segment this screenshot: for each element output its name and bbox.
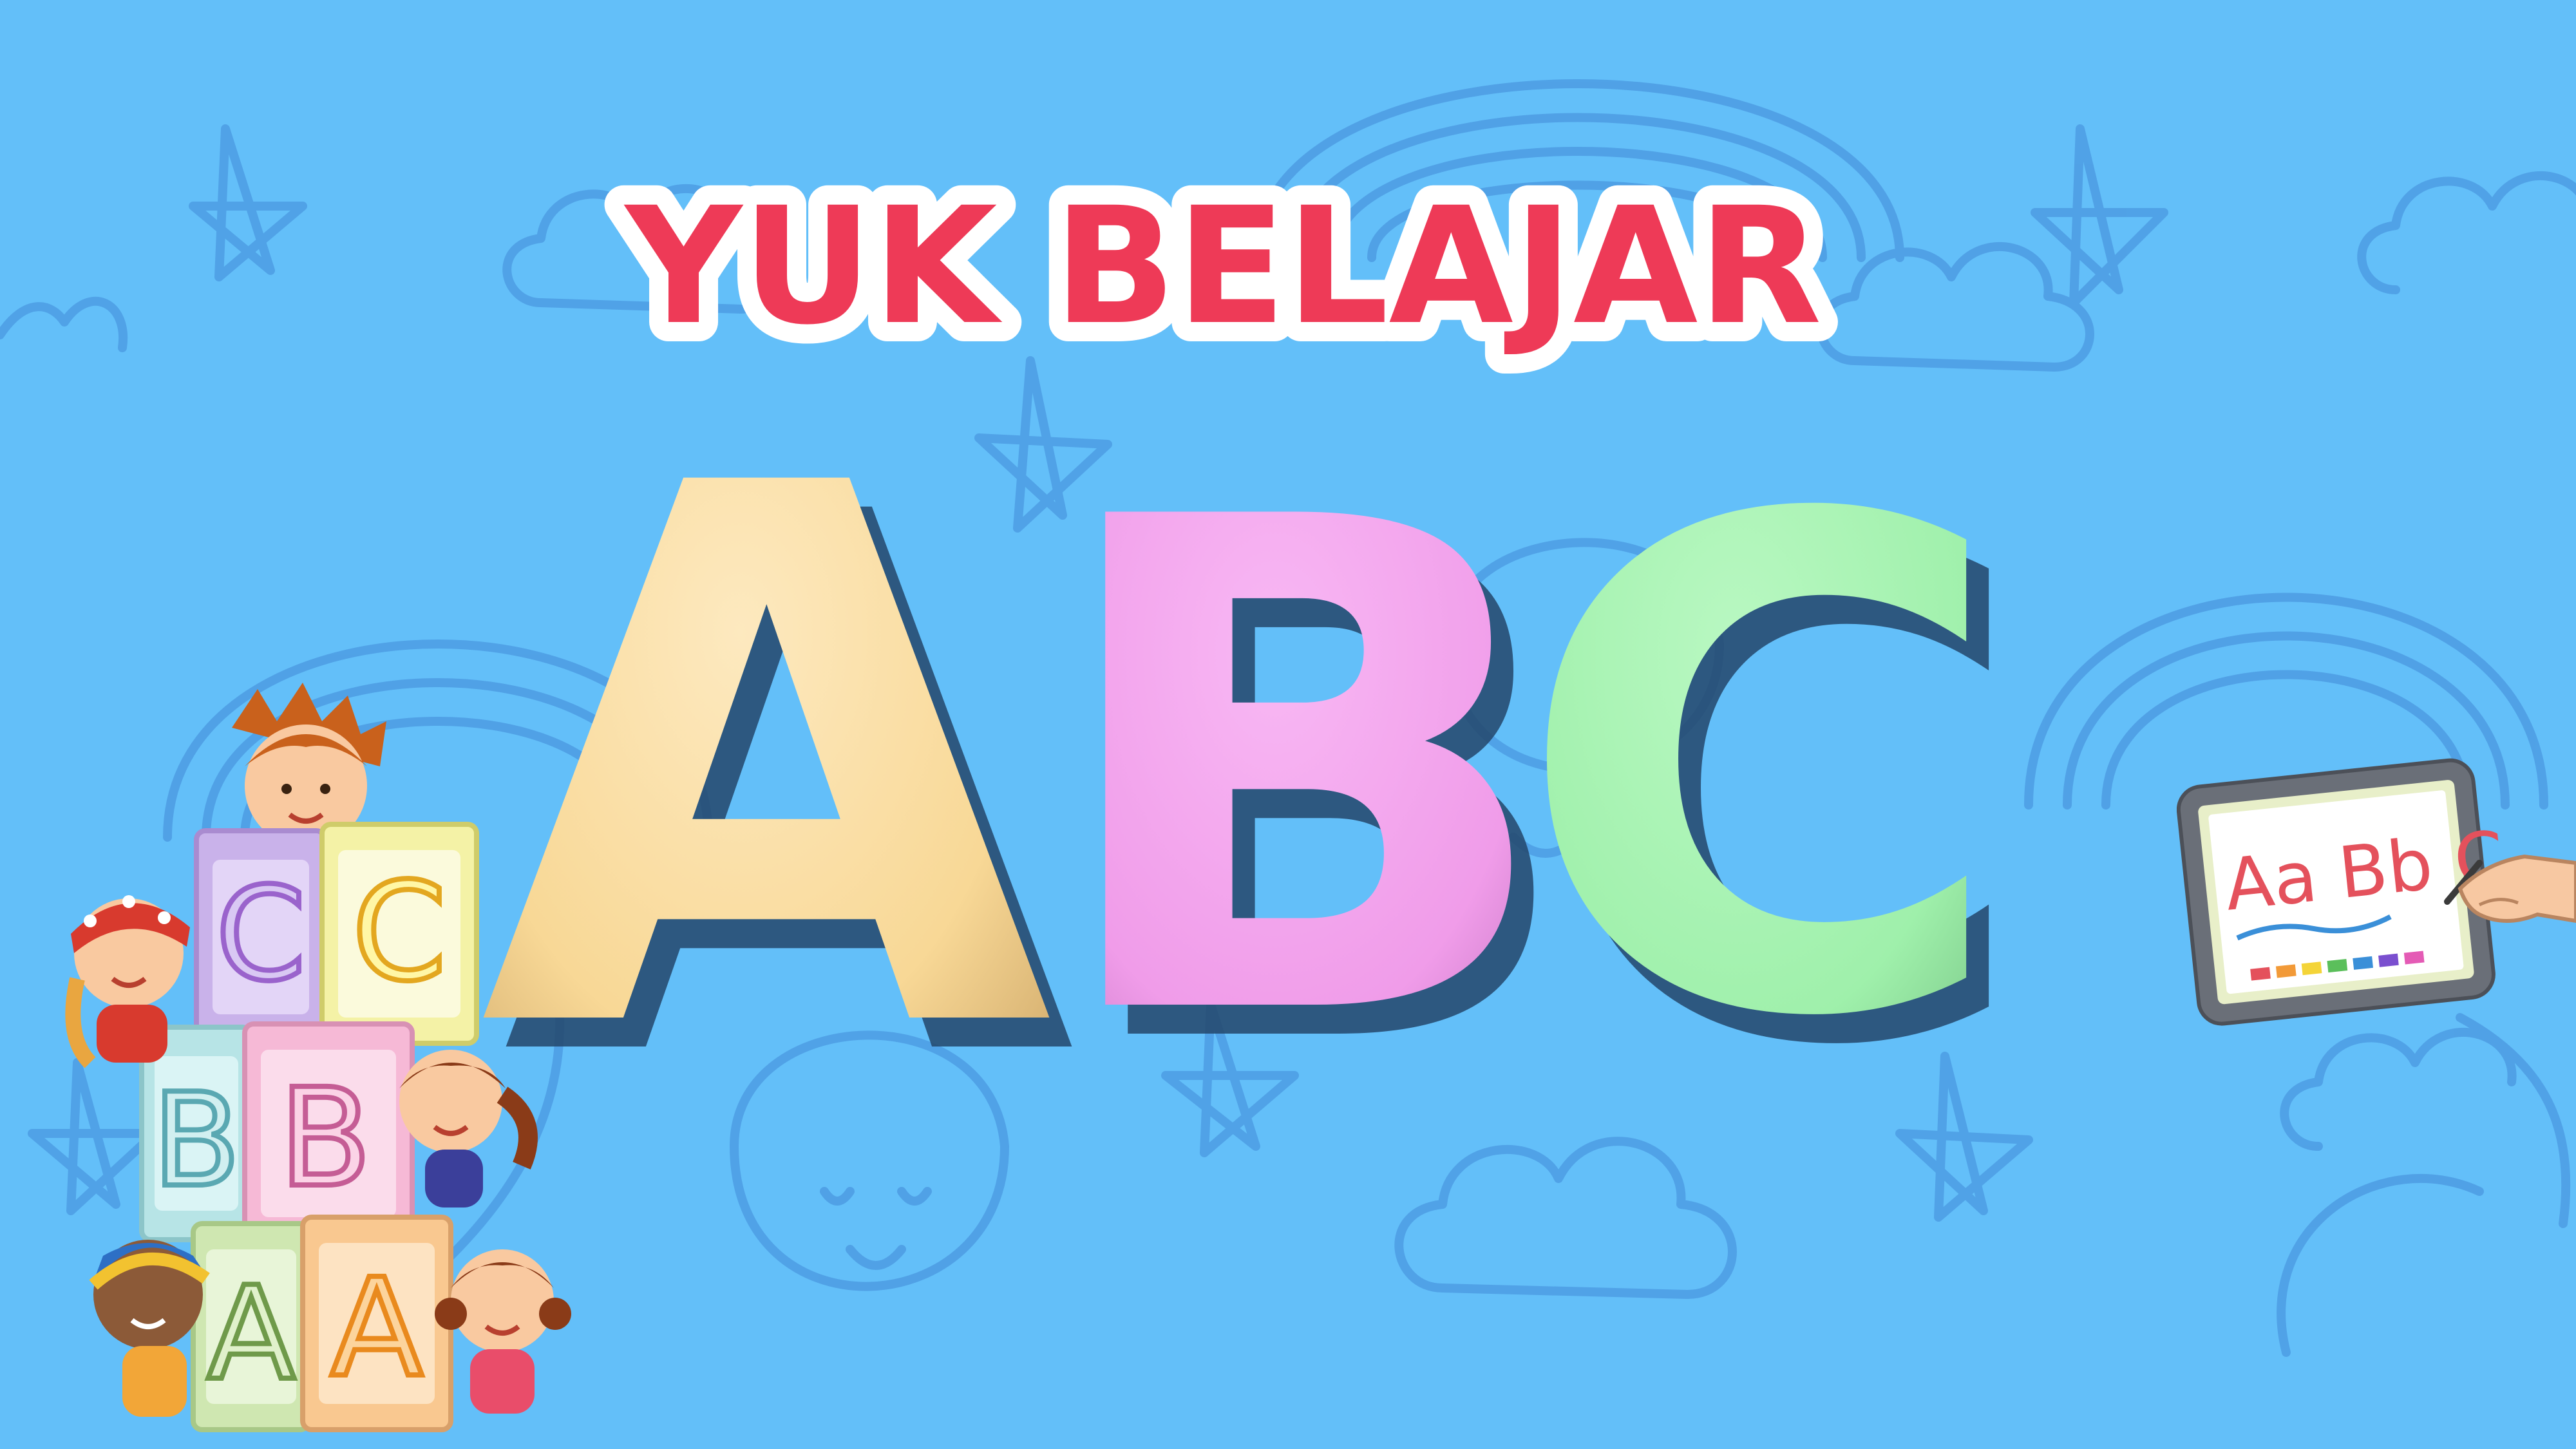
block-a-right: A — [300, 1215, 453, 1432]
block-a-left: A — [191, 1221, 312, 1432]
svg-text:C: C — [352, 853, 447, 1011]
big-letter-b: B — [1043, 377, 1558, 1164]
children-icon — [435, 1249, 571, 1414]
alphabet-blocks-icon: C C B B A A — [65, 683, 571, 1432]
children-icon — [399, 1050, 538, 1208]
drawing-tablet-icon: Aa Bb C — [2177, 758, 2576, 1026]
svg-text:A: A — [207, 1259, 296, 1409]
svg-text:B: B — [279, 1059, 372, 1217]
svg-text:A: A — [330, 1249, 423, 1407]
block-c-left: C — [194, 828, 328, 1046]
svg-text:C: C — [216, 860, 306, 1010]
big-letter-c: C — [1513, 377, 2010, 1164]
block-c-right: C — [319, 822, 479, 1046]
block-b-right: B — [242, 1021, 415, 1245]
children-icon — [89, 1240, 210, 1417]
svg-text:B: B — [152, 1066, 240, 1216]
